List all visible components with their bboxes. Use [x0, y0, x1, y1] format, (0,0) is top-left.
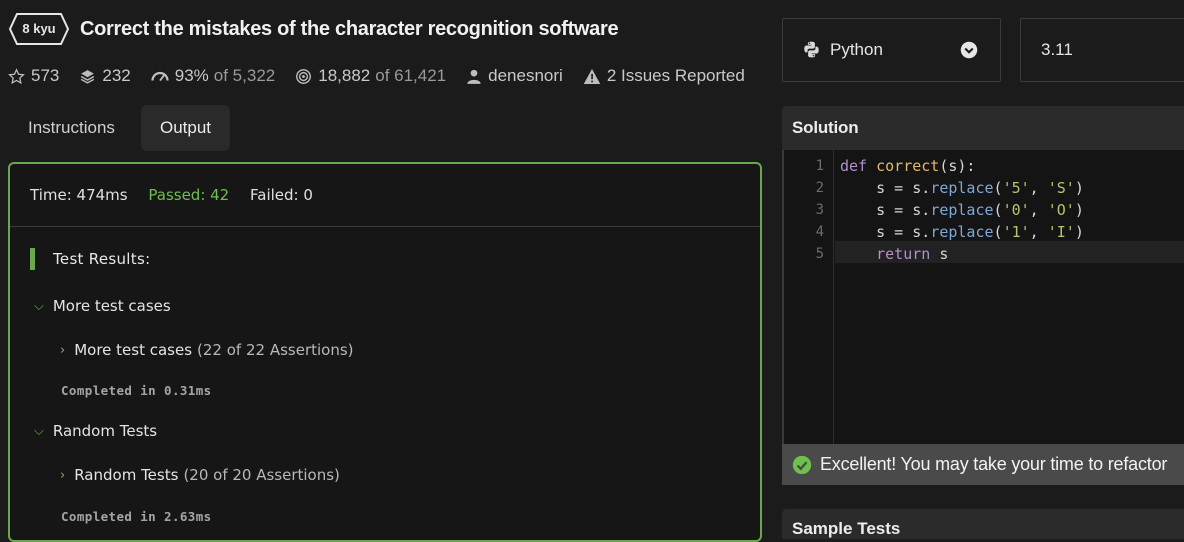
chevron-right-icon: › [60, 467, 66, 483]
test-group-toggle[interactable]: ⌵ Random Tests [34, 422, 157, 440]
line-number-gutter: 1 2 3 4 5 [784, 150, 834, 485]
completions-total: of 61,421 [375, 66, 447, 85]
completions-stat: 18,882 of 61,421 [295, 66, 446, 86]
language-value: Python [830, 40, 883, 59]
stars-count: 573 [31, 66, 60, 85]
test-subgroup-toggle[interactable]: › More test cases (22 of 22 Assertions) [60, 341, 354, 359]
divider [10, 226, 760, 227]
tab-instructions[interactable]: Instructions [9, 105, 134, 151]
python-icon [804, 41, 819, 58]
success-banner: Excellent! You may take your time to ref… [782, 444, 1184, 485]
test-subgroup-toggle[interactable]: › Random Tests (20 of 20 Assertions) [60, 466, 340, 484]
author-name: denesnori [488, 66, 563, 85]
chevron-down-icon [960, 41, 978, 59]
run-time: Time: 474ms [30, 186, 128, 204]
issues-count: 2 Issues Reported [606, 66, 745, 85]
sample-tests-title: Sample Tests [792, 519, 901, 538]
satisfaction-rate: 93% [174, 66, 209, 85]
chevron-right-icon: › [60, 342, 66, 358]
code-editor[interactable]: 1 2 3 4 5 def correct(s): s = s.replace(… [782, 150, 1184, 485]
line-number: 3 [815, 202, 824, 218]
code-line: s = s.replace('1', 'I') [840, 223, 1084, 241]
layers-icon [81, 69, 95, 84]
failed-count: Failed: 0 [250, 186, 313, 204]
stars-stat[interactable]: 573 [8, 66, 59, 86]
assertion-count: (20 of 20 Assertions) [183, 466, 340, 484]
star-icon [8, 67, 25, 84]
completions-count: 18,882 [318, 66, 371, 85]
version-select[interactable]: 3.11 [1020, 18, 1184, 82]
test-subgroup-label: Random Tests [74, 466, 179, 484]
test-group-label: Random Tests [52, 422, 158, 440]
code-line: return s [876, 245, 949, 263]
completion-time: Completed in 0.31ms [61, 383, 212, 398]
line-number: 4 [815, 224, 824, 240]
version-value: 3.11 [1041, 40, 1073, 59]
chevron-down-icon: ⌵ [34, 423, 44, 439]
completion-time: Completed in 2.63ms [61, 509, 212, 524]
code-line: s = s.replace('5', 'S') [840, 179, 1084, 197]
tab-output[interactable]: Output [141, 105, 231, 151]
assertion-count: (22 of 22 Assertions) [197, 341, 354, 359]
target-icon [296, 68, 312, 84]
collections-stat[interactable]: 232 [79, 66, 131, 86]
test-summary: Time: 474ms Passed: 42 Failed: 0 [30, 186, 329, 204]
warning-icon [583, 68, 601, 84]
user-icon [467, 69, 481, 84]
test-subgroup-label: More test cases [74, 341, 193, 359]
kata-title: Correct the mistakes of the character re… [80, 18, 619, 40]
line-number: 2 [815, 180, 824, 196]
rank-badge: 8 kyu [8, 12, 70, 46]
issues-stat[interactable]: 2 Issues Reported [583, 66, 745, 86]
test-group-toggle[interactable]: ⌵ More test cases [34, 297, 171, 315]
collections-count: 232 [102, 66, 131, 85]
chevron-down-icon: ⌵ [34, 298, 44, 314]
output-panel: Time: 474ms Passed: 42 Failed: 0 Test Re… [8, 162, 762, 542]
satisfaction-stat: 93% of 5,322 [151, 66, 275, 86]
solution-header: Solution [782, 106, 1184, 150]
author-stat[interactable]: denesnori [466, 66, 563, 86]
line-number: 5 [815, 246, 824, 262]
code-line: def correct(s): [840, 157, 976, 175]
language-select[interactable]: Python [782, 18, 1001, 82]
test-results-title: Test Results: [30, 248, 150, 270]
kata-stats: 573 232 93% of 5,322 18,882 of 61,421 de… [8, 64, 765, 88]
success-message: Excellent! You may take your time to ref… [820, 454, 1168, 474]
passed-count: Passed: 42 [148, 186, 230, 204]
test-group-label: More test cases [52, 297, 171, 315]
satisfaction-total: of 5,322 [213, 66, 276, 85]
sample-tests-header: Sample Tests [782, 509, 1184, 539]
solution-title: Solution [792, 118, 859, 137]
rank-label: 8 kyu [22, 21, 56, 36]
gauge-icon [151, 71, 169, 82]
code-line: s = s.replace('0', 'O') [840, 201, 1084, 219]
check-circle-icon [792, 455, 812, 474]
line-number: 1 [815, 158, 824, 174]
